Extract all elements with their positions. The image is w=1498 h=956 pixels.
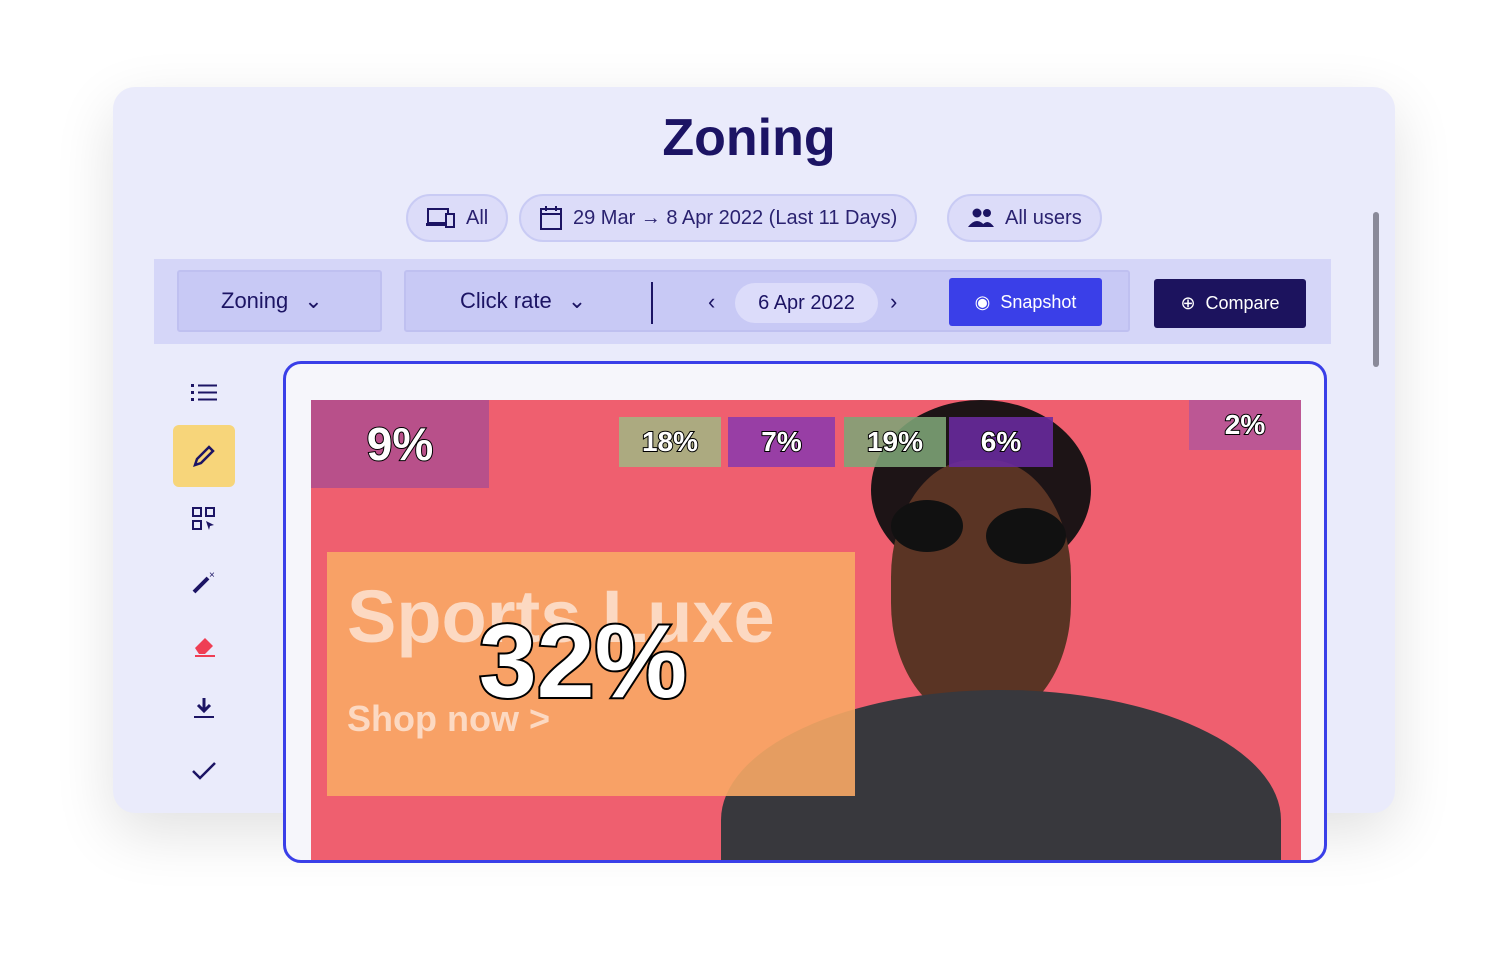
next-date-button[interactable]: › <box>890 289 897 315</box>
camera-icon: ◉ <box>974 291 991 312</box>
zone-2[interactable]: 2% <box>1189 400 1301 450</box>
segment-filter[interactable]: All users <box>947 194 1102 242</box>
segment-label: All users <box>1005 206 1082 229</box>
zones-icon[interactable] <box>173 488 235 550</box>
zone-6[interactable]: 6% <box>949 417 1053 467</box>
divider <box>651 282 653 324</box>
zone-9[interactable]: 9% <box>311 400 489 488</box>
zone-value: 19% <box>866 425 924 458</box>
scrollbar[interactable] <box>1373 212 1379 367</box>
zone-value: 9% <box>366 417 434 471</box>
chevron-down-icon: ⌄ <box>567 288 587 313</box>
zone-7[interactable]: 7% <box>728 417 835 467</box>
zone-value: 18% <box>641 425 699 458</box>
page-screenshot: 9% 18% 7% 19% 6% 2% Sports Luxe Shop now… <box>311 400 1301 860</box>
prev-date-button[interactable]: ‹ <box>708 289 715 315</box>
date-range-filter[interactable]: 29 Mar → 8 Apr 2022 (Last 11 Days) <box>519 194 918 242</box>
metric-value: Click rate <box>460 288 552 313</box>
face-shape <box>891 460 1071 720</box>
download-icon[interactable] <box>173 677 235 739</box>
device-filter-label: All <box>466 206 489 229</box>
compare-button[interactable]: ⊕ Compare <box>1154 279 1306 328</box>
zone-value: 2% <box>1224 408 1266 441</box>
heatmap-frame: 9% 18% 7% 19% 6% 2% Sports Luxe Shop now… <box>283 361 1327 863</box>
date-range-label: 29 Mar → 8 Apr 2022 (Last 11 Days) <box>573 206 898 229</box>
zone-19[interactable]: 19% <box>844 417 946 467</box>
zone-value: 7% <box>760 425 802 458</box>
magic-wand-icon[interactable]: × <box>173 551 235 613</box>
zone-18[interactable]: 18% <box>619 417 721 467</box>
device-filter[interactable]: All <box>406 194 509 242</box>
sunglasses-left <box>891 500 963 552</box>
chevron-down-icon: ⌄ <box>304 288 323 313</box>
page-title: Zoning <box>662 109 836 167</box>
eraser-icon[interactable] <box>173 614 235 676</box>
metric-select[interactable]: Click rate ⌄ <box>460 288 586 314</box>
zone-value: 32% <box>477 602 689 722</box>
calendar-icon <box>540 206 562 230</box>
edit-icon[interactable] <box>173 425 235 487</box>
compare-label: Compare <box>1205 293 1280 313</box>
view-value: Zoning <box>221 288 289 313</box>
devices-icon <box>426 208 455 228</box>
view-select-label: Zoning ⌄ <box>221 288 323 314</box>
check-icon[interactable] <box>173 740 235 802</box>
date-picker[interactable]: 6 Apr 2022 <box>735 283 878 323</box>
users-icon <box>968 208 994 227</box>
snapshot-label: Snapshot <box>1000 291 1077 312</box>
sunglasses-right <box>986 508 1066 564</box>
list-icon[interactable] <box>173 362 235 424</box>
svg-text:×: × <box>209 570 215 581</box>
zone-32[interactable]: Sports Luxe Shop now > 32% <box>327 552 855 796</box>
snapshot-button[interactable]: ◉ Snapshot <box>949 278 1102 326</box>
plus-circle-icon: ⊕ <box>1180 293 1196 313</box>
zone-value: 6% <box>980 425 1022 458</box>
